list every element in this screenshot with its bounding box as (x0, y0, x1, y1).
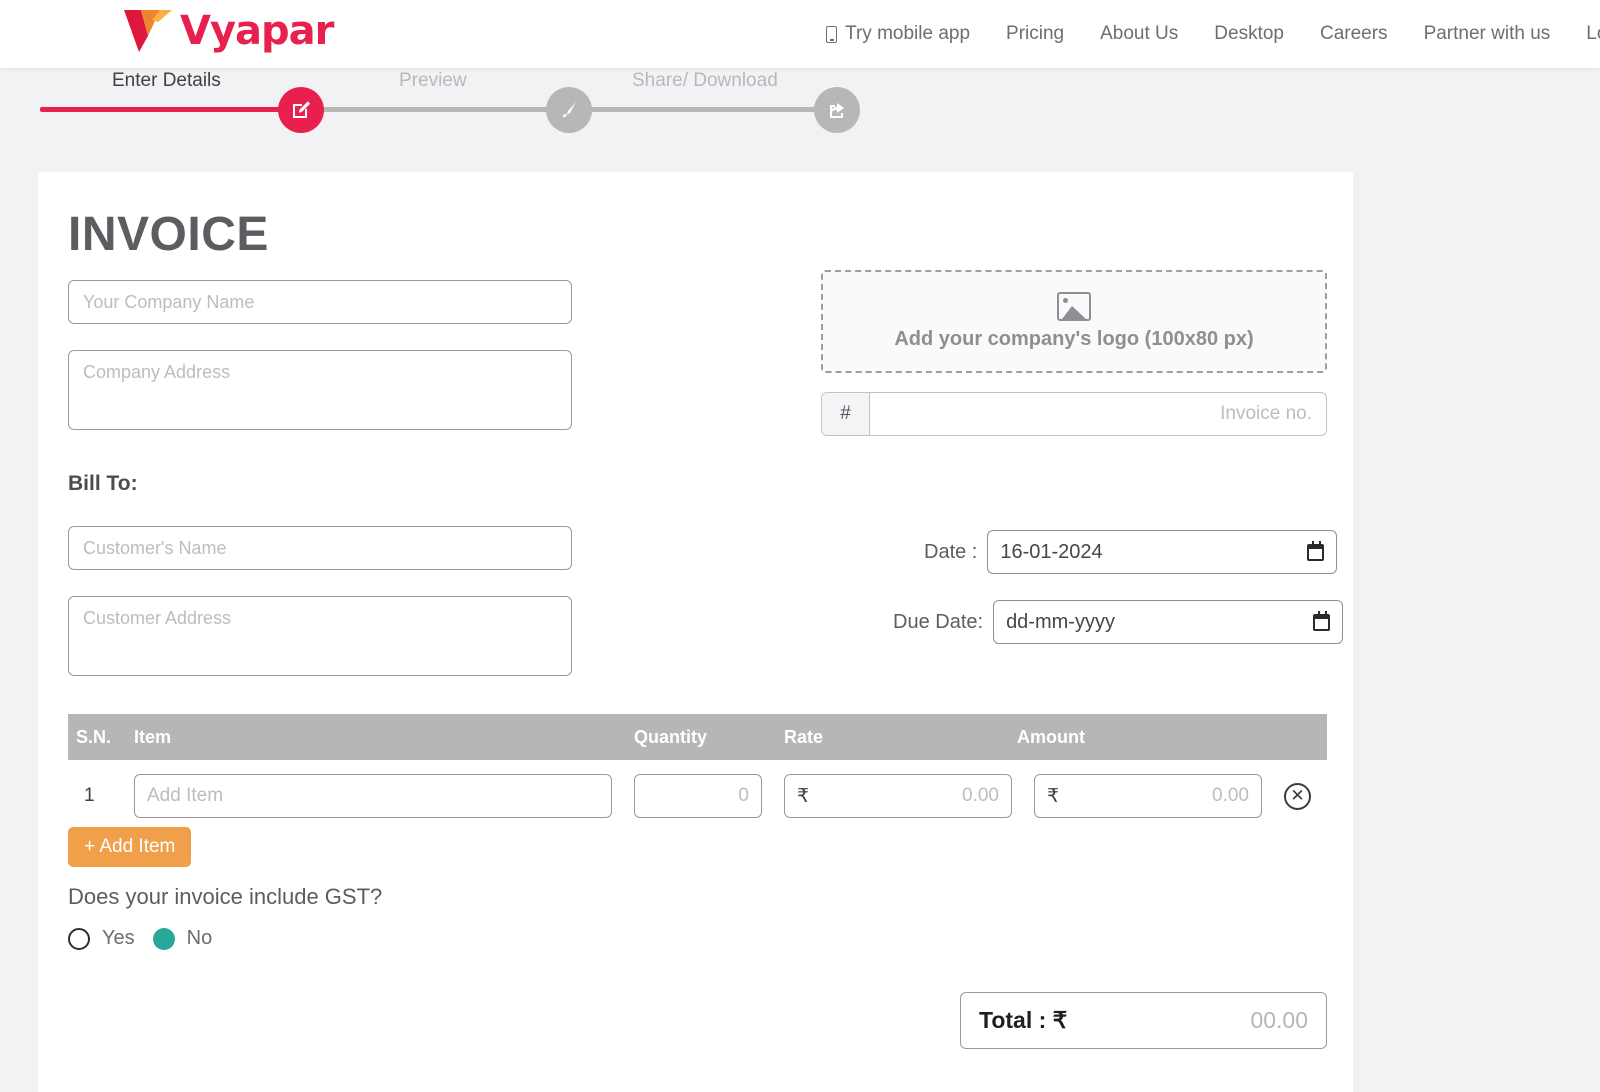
calendar-icon[interactable] (1313, 610, 1331, 631)
circle-x-icon[interactable]: ✕ (1284, 782, 1311, 810)
hash-prefix-icon: # (822, 393, 870, 435)
invoice-number-group: # (821, 392, 1327, 436)
image-placeholder-icon (1057, 292, 1091, 321)
vyapar-logo-icon (124, 10, 172, 52)
gst-radio-group: Yes No (68, 927, 230, 950)
step-label-share-download: Share/ Download (632, 70, 778, 91)
nav-item-try-mobile-app[interactable]: Try mobile app (806, 0, 988, 68)
edit-pencil-square-icon (293, 101, 311, 118)
item-quantity-input[interactable]: 0 (634, 774, 762, 818)
invoice-date-row: Date : 16-01-2024 (924, 530, 1338, 574)
share-icon (830, 103, 844, 118)
step-circle-preview[interactable] (546, 87, 592, 133)
nav-item-careers[interactable]: Careers (1302, 0, 1406, 68)
step-label-enter-details: Enter Details (112, 70, 221, 91)
nav-item-label: Try mobile app (845, 23, 971, 44)
invoice-form-card: INVOICE Bill To: Add your company's logo… (38, 172, 1353, 1092)
item-amount-placeholder: 0.00 (1212, 785, 1249, 806)
invoice-date-input[interactable]: 16-01-2024 (987, 530, 1338, 574)
brand-name: Vyapar (180, 8, 334, 54)
customer-name-input[interactable] (68, 526, 572, 570)
item-rate-placeholder: 0.00 (962, 785, 999, 806)
top-navigation-bar: Vyapar Try mobile app Pricing About Us D… (0, 0, 1600, 68)
column-header-amount: Amount (1017, 726, 1085, 747)
table-row: 1 Add Item 0 ₹ 0.00 ₹ 0.00 ✕ (68, 760, 1327, 832)
item-quantity-placeholder: 0 (738, 785, 749, 806)
mobile-phone-icon (826, 25, 838, 43)
gst-radio-no[interactable] (152, 927, 175, 950)
bill-to-label: Bill To: (68, 472, 138, 495)
row-serial-number: 1 (84, 785, 95, 806)
item-rate-input[interactable]: ₹ 0.00 (784, 774, 1012, 818)
total-row: Total : ₹ 00.00 (960, 992, 1327, 1049)
column-header-item: Item (134, 726, 172, 747)
item-name-placeholder: Add Item (147, 785, 224, 806)
rupee-icon: ₹ (1047, 785, 1060, 807)
paintbrush-icon (562, 102, 576, 118)
nav-item-about-us[interactable]: About Us (1082, 0, 1196, 68)
invoice-date-label: Date : (924, 540, 978, 563)
nav-item-login[interactable]: Log (1568, 0, 1600, 68)
due-date-label: Due Date: (893, 610, 984, 633)
customer-address-input[interactable] (68, 596, 572, 676)
step-label-preview: Preview (399, 70, 467, 91)
vyapar-logo[interactable]: Vyapar (122, 8, 334, 54)
company-logo-upload-dropzone[interactable]: Add your company's logo (100x80 px) (821, 270, 1327, 373)
gst-radio-yes-label: Yes (102, 927, 135, 949)
nav-item-desktop[interactable]: Desktop (1196, 0, 1302, 68)
due-date-input[interactable]: dd-mm-yyyy (993, 600, 1344, 644)
gst-radio-no-label: No (186, 927, 213, 949)
column-header-rate: Rate (784, 726, 824, 747)
step-circle-share-download[interactable] (814, 87, 860, 133)
items-table: S.N. Item Quantity Rate Amount 1 Add Ite… (68, 714, 1327, 832)
add-item-button[interactable]: + Add Item (68, 827, 192, 867)
logo-upload-label: Add your company's logo (100x80 px) (894, 328, 1254, 350)
company-name-input[interactable] (68, 280, 572, 324)
company-address-input[interactable] (68, 350, 572, 430)
stepper-line-completed (40, 107, 292, 112)
nav-links: Try mobile app Pricing About Us Desktop … (806, 0, 1600, 68)
calendar-icon[interactable] (1307, 540, 1325, 561)
invoice-date-value: 16-01-2024 (1000, 540, 1103, 563)
step-circle-enter-details[interactable] (278, 87, 324, 133)
nav-item-partner-with-us[interactable]: Partner with us (1406, 0, 1569, 68)
total-value: 00.00 (1250, 1007, 1308, 1033)
items-table-header: S.N. Item Quantity Rate Amount (68, 714, 1327, 760)
page-title: INVOICE (68, 208, 269, 261)
total-label: Total : ₹ (979, 1007, 1068, 1033)
item-name-input[interactable]: Add Item (134, 774, 612, 818)
progress-stepper: Enter Details Preview Share/ Download (0, 62, 1600, 157)
item-amount-input[interactable]: ₹ 0.00 (1034, 774, 1262, 818)
nav-item-pricing[interactable]: Pricing (988, 0, 1082, 68)
invoice-number-input[interactable] (870, 393, 1326, 435)
due-date-row: Due Date: dd-mm-yyyy (893, 600, 1344, 644)
due-date-value: dd-mm-yyyy (1006, 610, 1115, 633)
column-header-quantity: Quantity (634, 726, 708, 747)
gst-question-label: Does your invoice include GST? (68, 884, 383, 909)
rupee-icon: ₹ (797, 785, 810, 807)
column-header-sn: S.N. (76, 726, 112, 747)
gst-radio-yes[interactable] (68, 927, 90, 950)
